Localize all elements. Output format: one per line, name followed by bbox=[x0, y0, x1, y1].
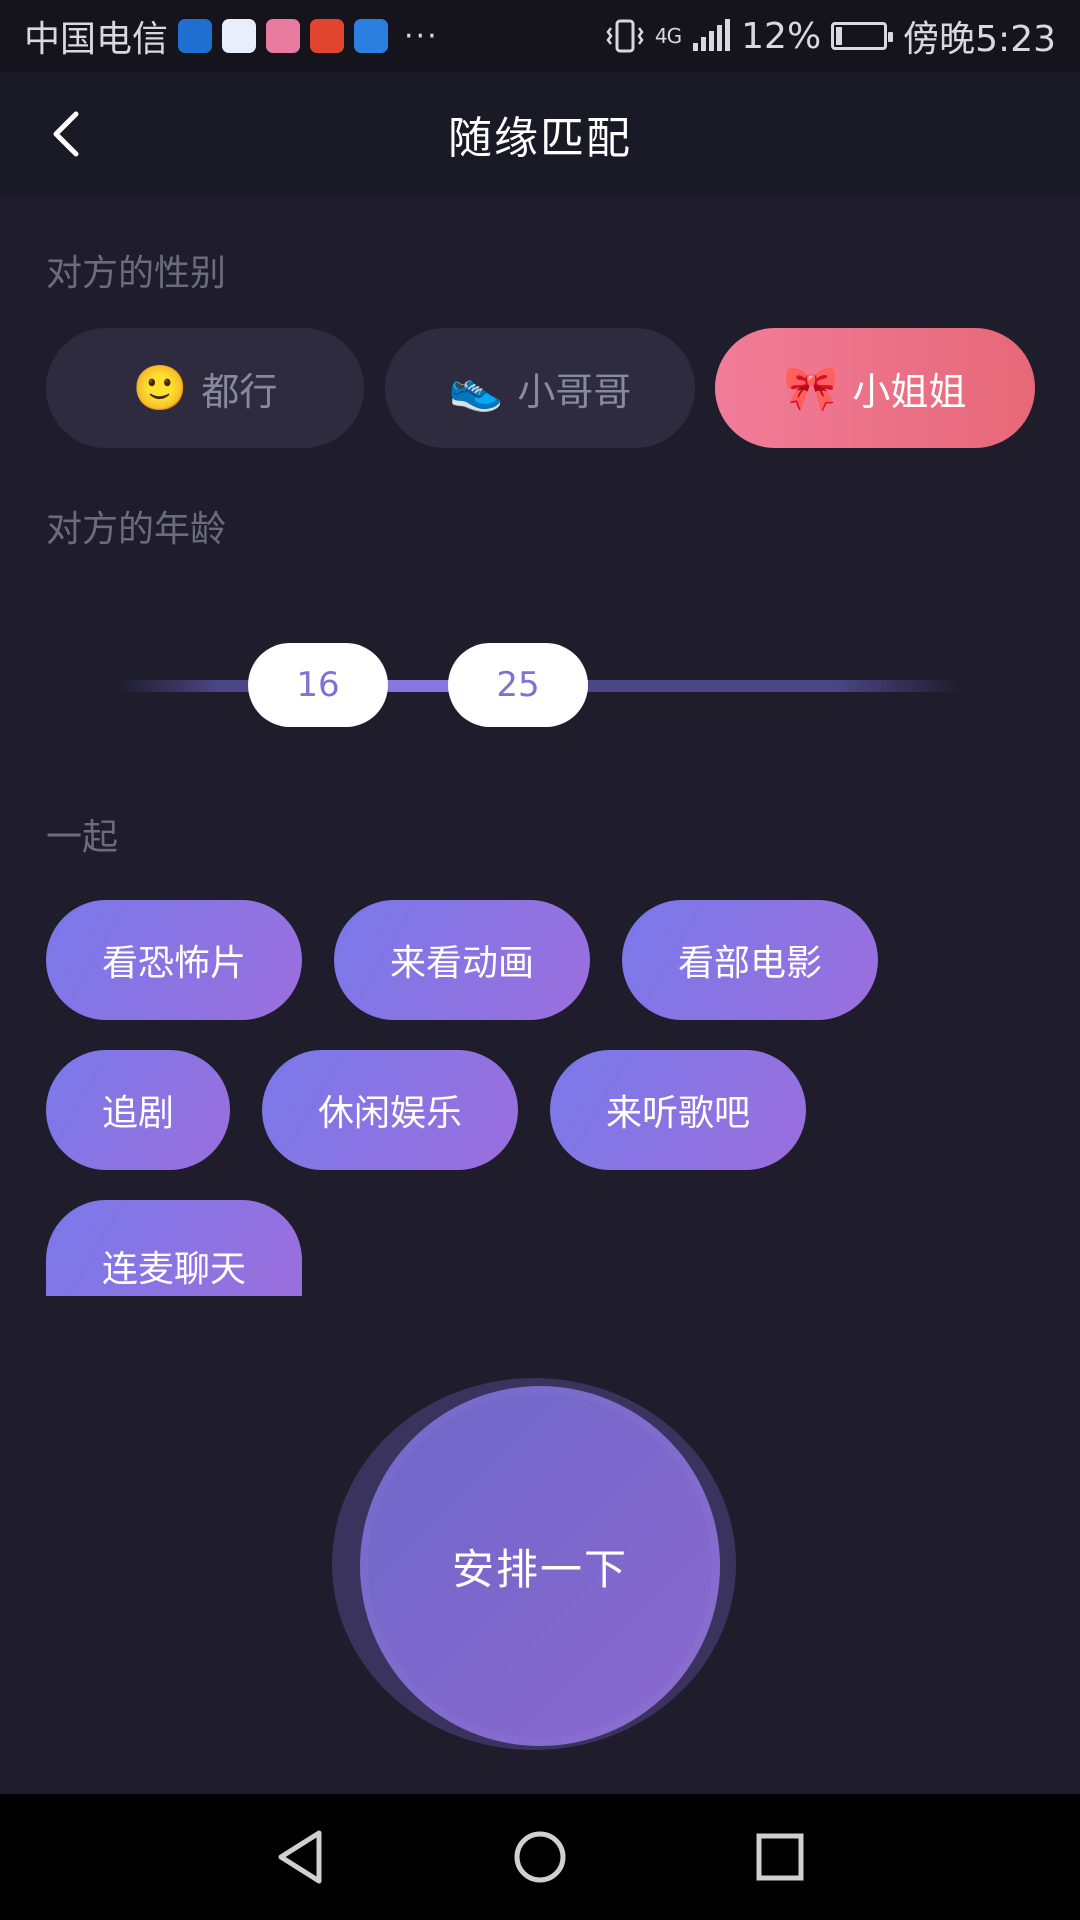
cat-app-icon bbox=[266, 19, 301, 53]
security-app-icon bbox=[178, 19, 213, 53]
activity-chip-voice-chat[interactable]: 连麦聊天 bbox=[46, 1200, 302, 1296]
nav-home-button[interactable] bbox=[510, 1827, 570, 1887]
gender-option-label: 都行 bbox=[201, 369, 278, 414]
clock: 傍晚5:23 bbox=[903, 19, 1056, 60]
activity-chip-music[interactable]: 来听歌吧 bbox=[550, 1050, 806, 1170]
status-bar: 中国电信 ··· 4G 12% 傍晚5:23 bbox=[0, 0, 1080, 72]
together-section-label: 一起 bbox=[46, 817, 119, 858]
gender-option-label: 小姐姐 bbox=[852, 369, 967, 414]
chevron-left-icon bbox=[53, 111, 79, 157]
title-bar: 随缘匹配 bbox=[0, 72, 1080, 196]
smiley-icon: 🙂 bbox=[132, 363, 188, 414]
ribbon-icon: 🎀 bbox=[783, 363, 839, 414]
vibrate-icon bbox=[606, 19, 644, 53]
page-title: 随缘匹配 bbox=[448, 113, 632, 164]
gender-section-label: 对方的性别 bbox=[46, 253, 227, 294]
circle-home-icon bbox=[514, 1831, 566, 1883]
age-min-handle[interactable]: 16 bbox=[248, 643, 388, 727]
match-button[interactable]: 安排一下 bbox=[360, 1386, 720, 1746]
activity-chip-anime[interactable]: 来看动画 bbox=[334, 900, 590, 1020]
status-left: 中国电信 ··· bbox=[24, 10, 439, 62]
nav-recents-button[interactable] bbox=[750, 1827, 810, 1887]
system-nav-bar bbox=[0, 1794, 1080, 1920]
status-right: 4G 12% 傍晚5:23 bbox=[605, 10, 1056, 62]
age-section-label: 对方的年龄 bbox=[46, 509, 227, 550]
gender-option-label: 小哥哥 bbox=[517, 369, 632, 414]
gender-option-any[interactable]: 🙂 都行 bbox=[46, 328, 364, 448]
triangle-back-icon bbox=[278, 1830, 322, 1884]
activity-chip-drama[interactable]: 追剧 bbox=[46, 1050, 230, 1170]
signal-icon bbox=[693, 19, 731, 51]
carrier-name: 中国电信 bbox=[24, 19, 169, 60]
bird-app-icon bbox=[354, 19, 389, 53]
nav-back-button[interactable] bbox=[270, 1827, 330, 1887]
age-max-handle[interactable]: 25 bbox=[448, 643, 588, 727]
baidu-app-icon bbox=[222, 19, 257, 53]
square-recents-icon bbox=[756, 1833, 804, 1881]
activity-chip-leisure[interactable]: 休闲娱乐 bbox=[262, 1050, 518, 1170]
gender-option-male[interactable]: 👟 小哥哥 bbox=[385, 328, 695, 448]
network-type: 4G bbox=[654, 24, 682, 48]
battery-percent: 12% bbox=[741, 15, 822, 57]
activity-chip-movie[interactable]: 看部电影 bbox=[622, 900, 878, 1020]
sneaker-icon: 👟 bbox=[448, 363, 504, 414]
more-notifications-icon: ··· bbox=[404, 18, 439, 54]
battery-icon bbox=[831, 22, 894, 50]
activity-chip-horror[interactable]: 看恐怖片 bbox=[46, 900, 302, 1020]
red-app-icon bbox=[310, 19, 345, 53]
gender-option-female[interactable]: 🎀 小姐姐 bbox=[715, 328, 1035, 448]
back-button[interactable] bbox=[40, 108, 90, 160]
